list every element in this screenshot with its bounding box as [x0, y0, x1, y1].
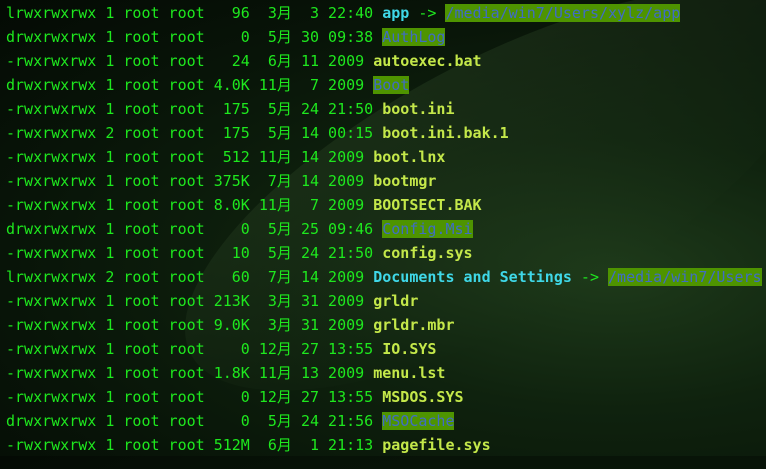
listing-row: drwxrwxrwx 1 root root 0 5月 25 09:46 Con…: [6, 217, 762, 241]
file-name: grldr.mbr: [373, 316, 455, 334]
listing-row: -rwxrwxrwx 1 root root 213K 3月 31 2009 g…: [6, 289, 762, 313]
listing-row: -rwxrwxrwx 1 root root 8.0K 11月 7 2009 B…: [6, 193, 762, 217]
file-meta: -rwxrwxrwx 1 root root 0 12月 27 13:55: [6, 388, 383, 406]
file-meta: drwxrwxrwx 1 root root 0 5月 24 21:56: [6, 412, 383, 430]
directory-name: AuthLog: [382, 28, 446, 46]
listing-row: -rwxrwxrwx 1 root root 0 12月 27 13:55 IO…: [6, 337, 762, 361]
file-name: MSDOS.SYS: [382, 388, 464, 406]
file-name: grldr: [373, 292, 419, 310]
file-meta: -rwxrwxrwx 1 root root 512 11月 14 2009: [6, 148, 374, 166]
file-name: BOOTSECT.BAK: [373, 196, 482, 214]
link-target: /media/win7/Users: [608, 268, 762, 286]
terminal-output: lrwxrwxrwx 1 root root 96 3月 3 22:40 app…: [6, 1, 762, 457]
listing-row: -rwxrwxrwx 2 root root 175 5月 14 00:15 b…: [6, 121, 762, 145]
file-name: boot.lnx: [373, 148, 446, 166]
file-meta: -rwxrwxrwx 1 root root 512M 6月 1 21:13: [6, 436, 383, 454]
file-meta: -rwxrwxrwx 1 root root 8.0K 11月 7 2009: [6, 196, 374, 214]
file-meta: lrwxrwxrwx 2 root root 60 7月 14 2009: [6, 268, 374, 286]
listing-row: drwxrwxrwx 1 root root 0 5月 30 09:38 Aut…: [6, 25, 762, 49]
file-name: config.sys: [382, 244, 473, 262]
listing-row: drwxrwxrwx 1 root root 4.0K 11月 7 2009 B…: [6, 73, 762, 97]
listing-row: -rwxrwxrwx 1 root root 512M 6月 1 21:13 p…: [6, 433, 762, 457]
file-name: pagefile.sys: [382, 436, 491, 454]
link-target: /media/win7/Users/xylz/app: [445, 4, 681, 22]
file-meta: -rwxrwxrwx 1 root root 175 5月 24 21:50: [6, 100, 383, 118]
file-name: boot.ini: [382, 100, 455, 118]
listing-row: -rwxrwxrwx 1 root root 175 5月 24 21:50 b…: [6, 97, 762, 121]
listing-row: -rwxrwxrwx 1 root root 375K 7月 14 2009 b…: [6, 169, 762, 193]
listing-row: drwxrwxrwx 1 root root 0 5月 24 21:56 MSO…: [6, 409, 762, 433]
file-meta: drwxrwxrwx 1 root root 4.0K 11月 7 2009: [6, 76, 374, 94]
file-meta: drwxrwxrwx 1 root root 0 5月 25 09:46: [6, 220, 383, 238]
listing-row: -rwxrwxrwx 1 root root 24 6月 11 2009 aut…: [6, 49, 762, 73]
listing-row: lrwxrwxrwx 2 root root 60 7月 14 2009 Doc…: [6, 265, 762, 289]
file-meta: -rwxrwxrwx 2 root root 175 5月 14 00:15: [6, 124, 383, 142]
listing-row: -rwxrwxrwx 1 root root 10 5月 24 21:50 co…: [6, 241, 762, 265]
file-name: menu.lst: [373, 364, 446, 382]
file-meta: drwxrwxrwx 1 root root 0 5月 30 09:38: [6, 28, 383, 46]
listing-row: lrwxrwxrwx 1 root root 96 3月 3 22:40 app…: [6, 1, 762, 25]
listing-row: -rwxrwxrwx 1 root root 1.8K 11月 13 2009 …: [6, 361, 762, 385]
file-meta: lrwxrwxrwx 1 root root 96 3月 3 22:40: [6, 4, 383, 22]
file-meta: -rwxrwxrwx 1 root root 213K 3月 31 2009: [6, 292, 374, 310]
file-meta: -rwxrwxrwx 1 root root 375K 7月 14 2009: [6, 172, 374, 190]
symlink-name: Documents and Settings: [373, 268, 572, 286]
file-meta: -rwxrwxrwx 1 root root 10 5月 24 21:50: [6, 244, 383, 262]
directory-name: Boot: [373, 76, 410, 94]
file-meta: -rwxrwxrwx 1 root root 9.0K 3月 31 2009: [6, 316, 374, 334]
file-name: boot.ini.bak.1: [382, 124, 509, 142]
file-name: IO.SYS: [382, 340, 437, 358]
file-name: autoexec.bat: [373, 52, 482, 70]
listing-row: -rwxrwxrwx 1 root root 512 11月 14 2009 b…: [6, 145, 762, 169]
file-name: bootmgr: [373, 172, 437, 190]
symlink-name: app: [382, 4, 410, 22]
file-meta: -rwxrwxrwx 1 root root 1.8K 11月 13 2009: [6, 364, 374, 382]
directory-name: Config.Msi: [382, 220, 473, 238]
file-meta: -rwxrwxrwx 1 root root 0 12月 27 13:55: [6, 340, 383, 358]
directory-name: MSOCache: [382, 412, 455, 430]
listing-row: -rwxrwxrwx 1 root root 0 12月 27 13:55 MS…: [6, 385, 762, 409]
listing-row: -rwxrwxrwx 1 root root 9.0K 3月 31 2009 g…: [6, 313, 762, 337]
link-arrow: ->: [418, 4, 437, 22]
link-arrow: ->: [580, 268, 599, 286]
file-meta: -rwxrwxrwx 1 root root 24 6月 11 2009: [6, 52, 374, 70]
